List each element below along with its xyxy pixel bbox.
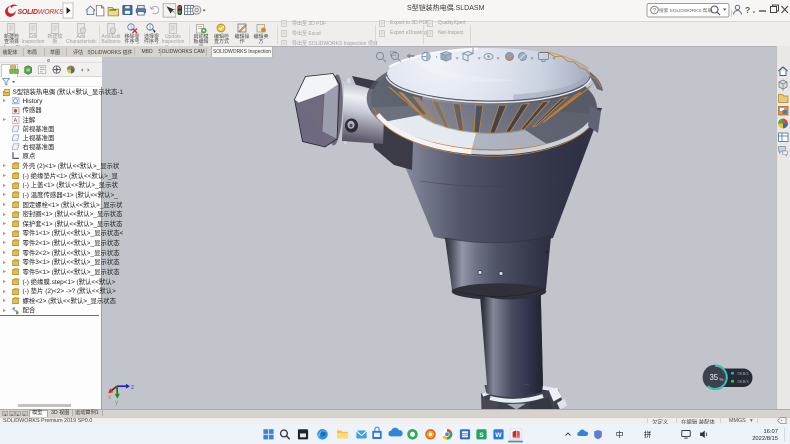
svg-text:中: 中 xyxy=(616,429,624,439)
svg-text:z: z xyxy=(131,385,134,391)
svg-text:搜索 SOLIDWORKS 帮助: 搜索 SOLIDWORKS 帮助 xyxy=(659,7,712,14)
svg-text:y: y xyxy=(115,400,118,406)
svg-text:35: 35 xyxy=(709,373,718,382)
svg-text:SOLIDWORKS: SOLIDWORKS xyxy=(18,8,64,16)
svg-text:1: 1 xyxy=(129,25,132,31)
svg-text:16:07: 16:07 xyxy=(763,429,778,435)
svg-text:x: x xyxy=(108,395,111,401)
svg-text:S型铠装热电偶.SLDASM: S型铠装热电偶.SLDASM xyxy=(407,3,485,12)
svg-text:S: S xyxy=(479,431,484,438)
svg-text:?: ? xyxy=(653,8,657,15)
svg-text:0KB/s: 0KB/s xyxy=(738,379,749,384)
svg-text:1: 1 xyxy=(148,25,151,31)
svg-text:?: ? xyxy=(745,5,750,15)
svg-text:W: W xyxy=(495,431,502,438)
svg-text:拼: 拼 xyxy=(644,429,652,439)
svg-text:%: % xyxy=(720,377,724,382)
svg-text:0KB/s: 0KB/s xyxy=(738,371,749,376)
svg-text:A: A xyxy=(13,118,17,124)
svg-text:2022/8/15: 2022/8/15 xyxy=(752,436,778,442)
